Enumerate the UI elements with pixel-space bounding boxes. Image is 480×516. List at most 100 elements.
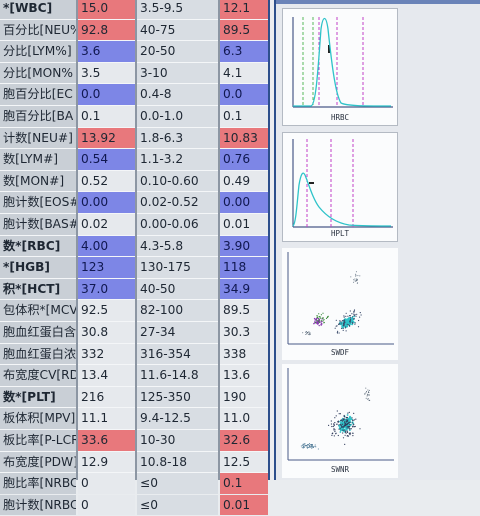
table-row[interactable]: 积*[HCT] 37.0 40-50 34.9 — [0, 278, 268, 301]
test-name-cell: 数*[RBC] — [0, 235, 76, 257]
test-name-cell: 积*[HCT] — [0, 278, 76, 300]
scatter-point — [349, 310, 351, 312]
table-row[interactable]: 数*[RBC] 4.00 4.3-5.8 3.90 — [0, 235, 268, 258]
scatter-point — [321, 317, 323, 319]
scatter-point — [308, 446, 310, 448]
table-row[interactable]: 分比[MON% 3.5 3-10 4.1 — [0, 62, 268, 85]
scatter-point — [352, 316, 354, 318]
table-row[interactable]: *[WBC] 15.0 3.5-9.5 12.1 — [0, 0, 268, 20]
scatter-point — [332, 425, 334, 428]
reference-range-cell: ≤0 — [137, 494, 218, 516]
test-name-cell: 数[MON#] — [0, 170, 76, 192]
scatter-point — [359, 275, 361, 277]
table-row[interactable]: 分比[LYM%] 3.6 20-50 6.3 — [0, 41, 268, 63]
plt-histogram[interactable]: HPLT — [282, 132, 398, 242]
table-row[interactable]: 胞百分比[BA 0.1 0.0-1.0 0.1 — [0, 106, 268, 128]
reference-range-cell: 10.8-18 — [137, 451, 218, 473]
reference-range-cell: 0.02-0.52 — [137, 192, 218, 213]
result-cell: 123 — [78, 257, 135, 278]
scatter-point — [347, 315, 349, 317]
table-row[interactable]: 包体积*[MCV] 92.5 82-100 89.5 — [0, 300, 268, 322]
scatter-point — [349, 322, 351, 324]
scatter-point — [300, 445, 302, 447]
table-row[interactable]: 布宽度CV[RDW13.411.6-14.813.6 — [0, 365, 268, 387]
scatter-point — [369, 394, 370, 396]
result-cell: 13.4 — [78, 365, 135, 386]
scatter-point — [336, 325, 338, 327]
scatter-point — [306, 447, 308, 449]
table-row[interactable]: 胞计数[EOS# 0.00 0.02-0.52 0.00 — [0, 192, 268, 214]
rbc-histogram[interactable]: HRBC — [282, 8, 398, 126]
pane-splitter[interactable] — [268, 0, 276, 480]
scatter-point — [354, 323, 356, 325]
scatter-point — [353, 310, 355, 312]
scatter-point — [344, 443, 346, 445]
scatter-point — [353, 412, 355, 414]
table-row[interactable]: 胞血红蛋白浓度332316-354338 — [0, 343, 268, 366]
table-row[interactable]: 胞血红蛋白含量30.827-3430.3 — [0, 322, 268, 344]
scatter-point — [345, 330, 347, 332]
scatter-point — [330, 423, 332, 425]
table-row[interactable]: 数[MON#] 0.52 0.10-0.60 0.49 — [0, 170, 268, 193]
scatter-point — [344, 431, 347, 433]
scatter-point — [352, 420, 354, 422]
scatter-point — [342, 429, 344, 431]
scatter-point — [322, 317, 324, 319]
previous-result-cell: 12.1 — [220, 0, 268, 19]
reference-range-cell: 3-10 — [137, 62, 218, 84]
scatter-point — [341, 419, 343, 421]
scatter-point — [346, 435, 348, 437]
scatter-point — [316, 319, 318, 321]
scatter-point — [311, 447, 313, 449]
previous-result-cell: 3.90 — [220, 235, 268, 257]
test-name-cell: 分比[LYM%] — [0, 41, 76, 62]
table-row[interactable]: 百分比[NEU% 92.8 40-75 89.5 — [0, 19, 268, 42]
scatter-point — [327, 316, 329, 318]
test-name-cell: 胞比率[NRBC% — [0, 473, 76, 494]
test-name-cell: 布宽度[PDW] — [0, 451, 76, 473]
table-row[interactable]: 胞百分比[EC 0.0 0.4-8 0.0 — [0, 84, 268, 106]
scatter-point — [340, 321, 342, 323]
scatter-point — [342, 327, 344, 329]
scatter-point — [366, 398, 368, 400]
table-row[interactable]: 计数[NEU#] 13.92 1.8-6.3 10.83 — [0, 127, 268, 150]
table-row[interactable]: 板体积[MPV] 11.1 9.4-12.5 11.0 — [0, 408, 268, 430]
scatter-point — [308, 331, 310, 333]
table-row[interactable]: 板比率[P-LCR]33.610-3032.6 — [0, 430, 268, 452]
table-row[interactable]: *[HGB] 123 130-175 118 — [0, 257, 268, 279]
previous-result-cell: 89.5 — [220, 300, 268, 321]
scatter-point — [341, 327, 343, 329]
scatter-point — [320, 324, 322, 326]
scatter-point — [333, 428, 335, 430]
reference-range-cell: 0.10-0.60 — [137, 170, 218, 192]
scatter-point — [344, 434, 346, 436]
scatter-point — [356, 282, 358, 284]
graph-panel-header — [276, 0, 480, 4]
previous-result-cell: 0.1 — [220, 473, 268, 494]
table-row[interactable]: 数*[PLT] 216 125-350 190 — [0, 386, 268, 409]
scatter-point — [337, 330, 339, 332]
scatter-point — [333, 424, 335, 427]
table-row[interactable]: 胞比率[NRBC%0≤00.1 — [0, 473, 268, 495]
scatter-point — [355, 273, 357, 275]
reference-range-cell: 10-30 — [137, 430, 218, 451]
result-cell: 0.52 — [78, 170, 135, 192]
wdf-scattergram-icon — [287, 252, 394, 345]
scatter-point — [304, 443, 306, 445]
wnr-scattergram[interactable]: SWNR — [282, 364, 398, 478]
test-name-cell: 数*[PLT] — [0, 386, 76, 408]
table-row[interactable]: 数[LYM#] 0.54 1.1-3.2 0.76 — [0, 149, 268, 171]
scatter-point — [343, 429, 345, 431]
table-row[interactable]: 胞计数[BAS# 0.02 0.00-0.06 0.01 — [0, 214, 268, 236]
result-cell: 3.6 — [78, 41, 135, 62]
table-row[interactable]: 布宽度[PDW] 12.9 10.8-18 12.5 — [0, 451, 268, 474]
scatter-point — [307, 444, 309, 446]
result-cell: 92.8 — [78, 19, 135, 41]
scatter-point — [338, 323, 340, 325]
scatter-point — [335, 433, 337, 435]
wdf-scattergram[interactable]: SWDF — [282, 248, 398, 360]
table-row[interactable]: 胞计数[NRBC#0≤00.01 — [0, 494, 268, 516]
test-name-cell: 胞百分比[EC — [0, 84, 76, 105]
scatter-point — [367, 389, 369, 391]
scatter-point — [340, 419, 342, 421]
